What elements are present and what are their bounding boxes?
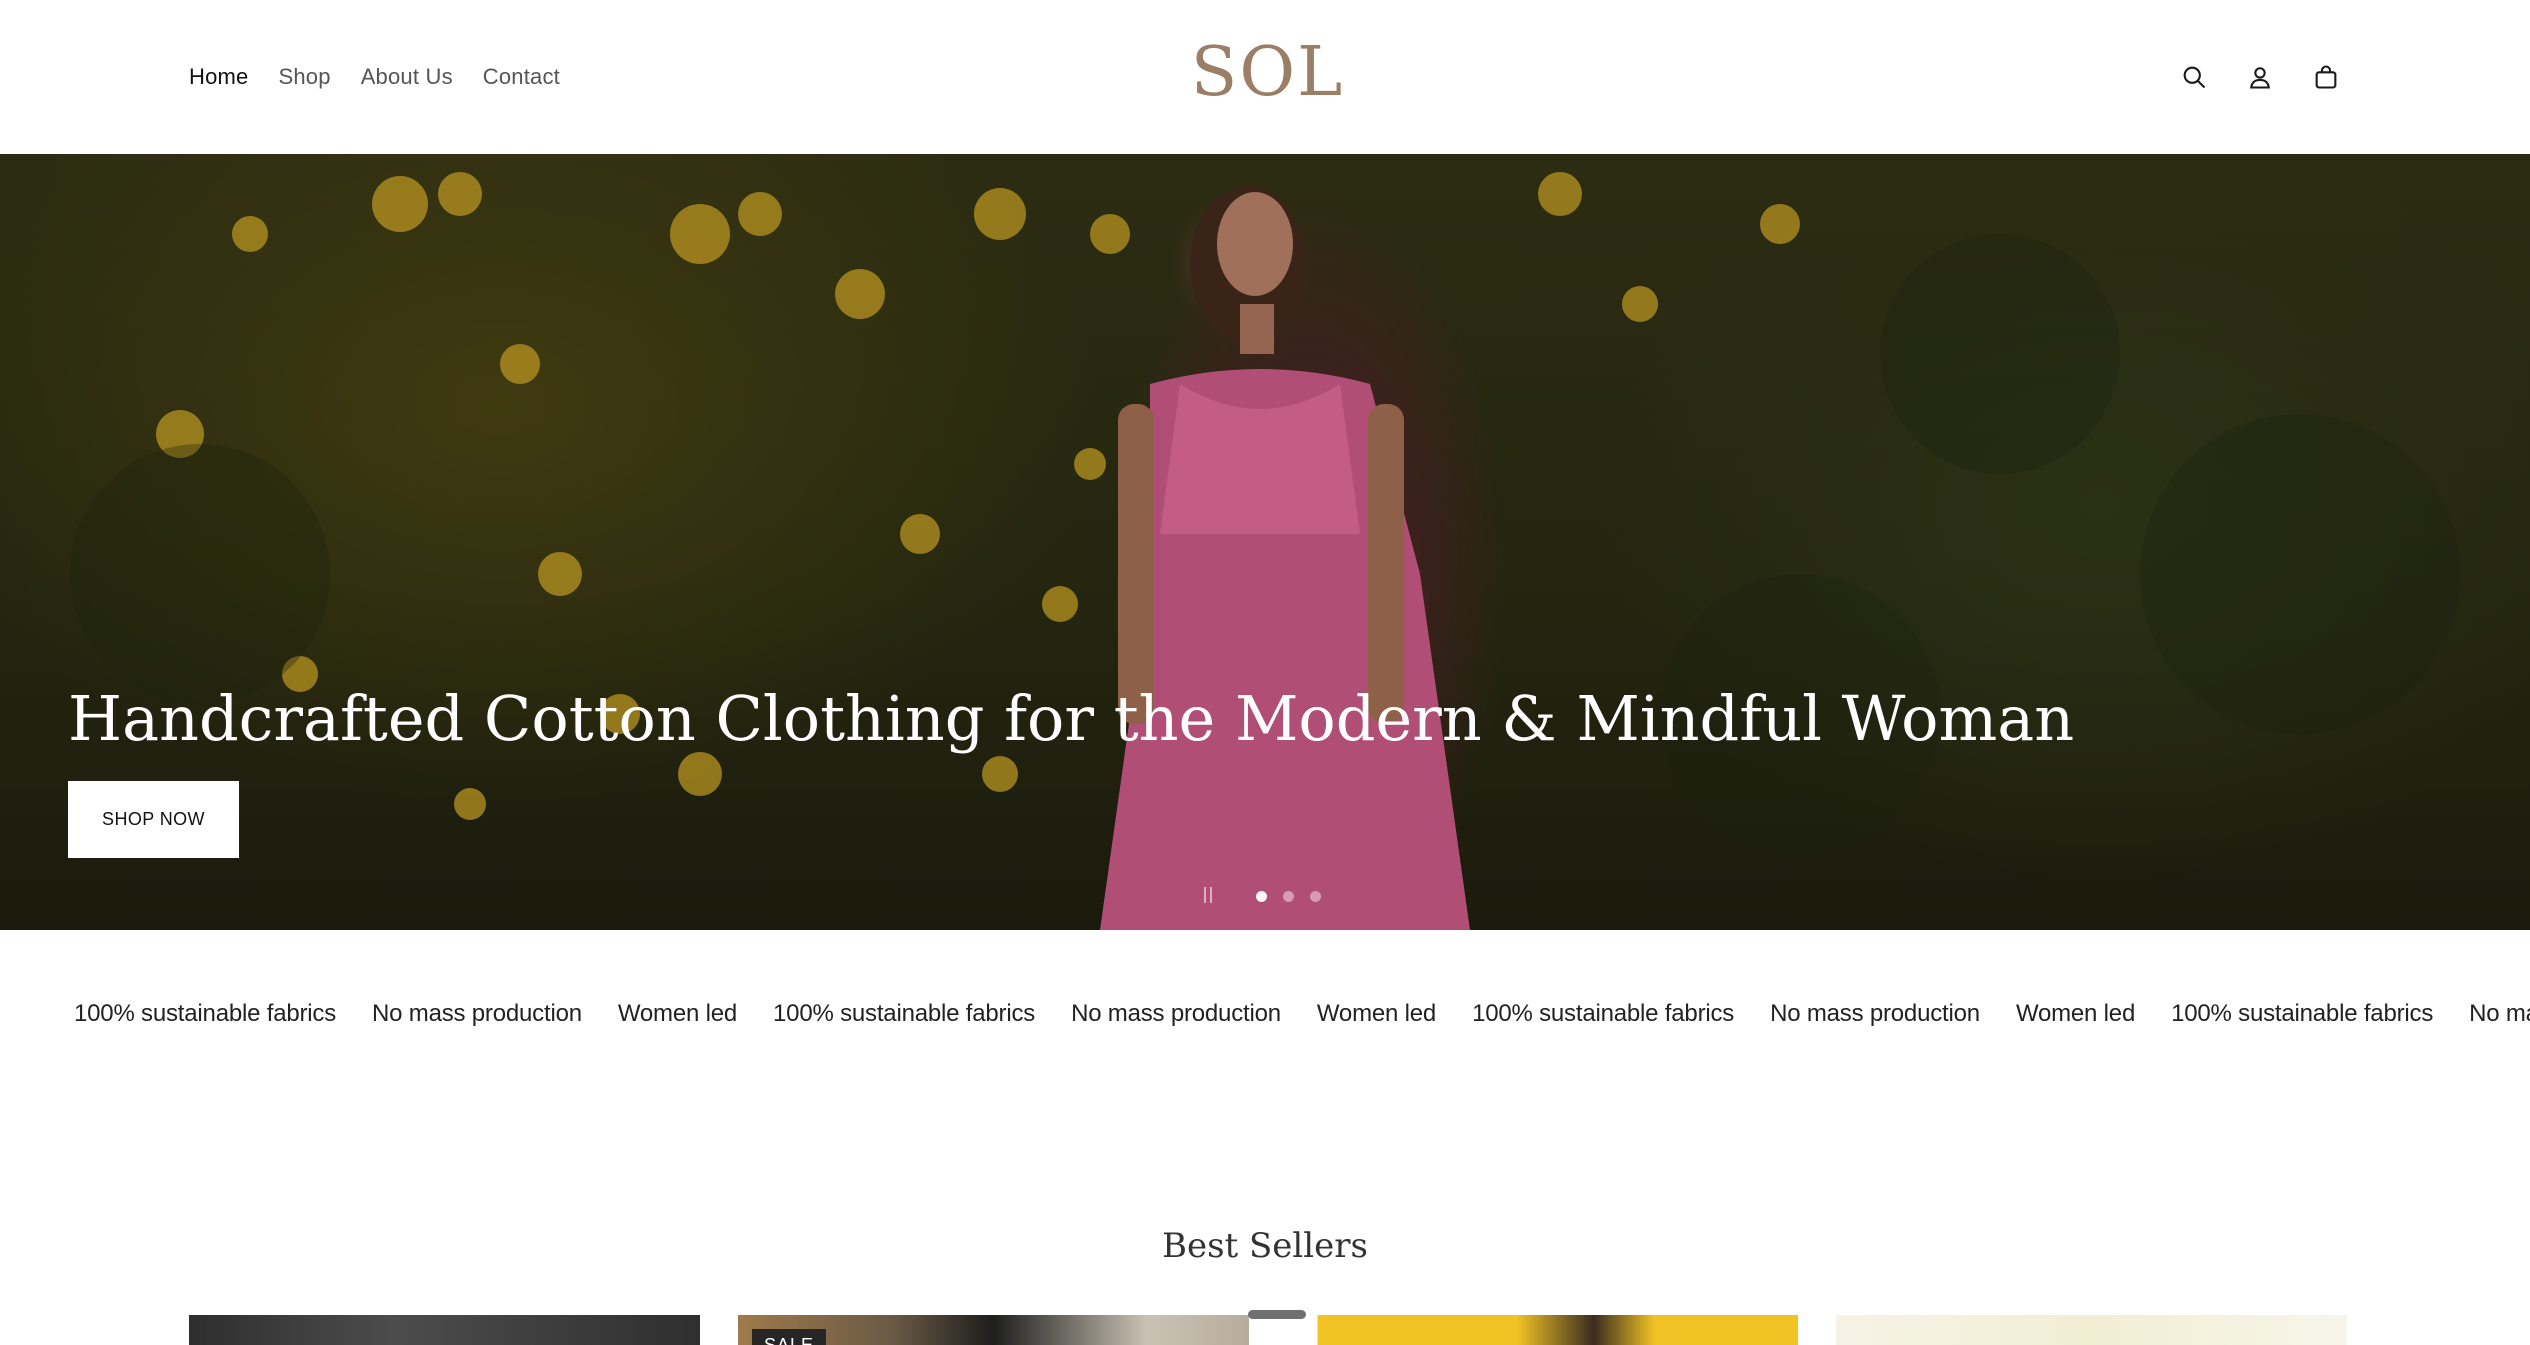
nav-contact[interactable]: Contact bbox=[483, 64, 560, 90]
product-card[interactable] bbox=[1836, 1315, 2347, 1345]
account-icon[interactable] bbox=[2246, 63, 2274, 91]
slide-dot-2[interactable] bbox=[1283, 890, 1294, 902]
carousel-scroll-handle[interactable] bbox=[1248, 1310, 1306, 1319]
header-actions bbox=[2180, 0, 2340, 154]
slide-dot-1[interactable] bbox=[1256, 890, 1267, 902]
nav-home[interactable]: Home bbox=[189, 64, 249, 90]
pause-icon[interactable] bbox=[1204, 887, 1216, 905]
marquee-item: 100% sustainable fabrics bbox=[74, 1000, 337, 1027]
product-card[interactable] bbox=[189, 1315, 700, 1345]
marquee-item: 100% sustainable fabrics bbox=[2171, 1000, 2434, 1027]
hero-banner: Handcrafted Cotton Clothing for the Mode… bbox=[0, 154, 2530, 930]
marquee-item: No mass production bbox=[372, 1000, 582, 1027]
shop-now-button[interactable]: SHOP NOW bbox=[68, 781, 239, 858]
marquee-item: Women led bbox=[2015, 1000, 2136, 1027]
main-nav: Home Shop About Us Contact bbox=[189, 0, 560, 154]
nav-about-us[interactable]: About Us bbox=[361, 64, 453, 90]
product-card[interactable]: SALE bbox=[738, 1315, 1249, 1345]
slide-dot-3[interactable] bbox=[1310, 890, 1321, 902]
marquee-item: No mass production bbox=[2469, 1000, 2530, 1027]
product-card[interactable] bbox=[1287, 1315, 1798, 1345]
hero-background-image bbox=[70, 172, 2460, 930]
search-icon[interactable] bbox=[2180, 63, 2208, 91]
best-sellers-heading: Best Sellers bbox=[1161, 1226, 1368, 1266]
hero-title: Handcrafted Cotton Clothing for the Mode… bbox=[68, 682, 2075, 755]
slider-controls bbox=[1204, 887, 1321, 905]
marquee-item: 100% sustainable fabrics bbox=[773, 1000, 1036, 1027]
best-sellers-carousel: SALE bbox=[189, 1315, 2347, 1345]
values-marquee: 100% sustainable fabrics No mass product… bbox=[0, 1000, 2530, 1040]
nav-shop[interactable]: Shop bbox=[279, 64, 331, 90]
brand-logo[interactable]: SOL bbox=[1191, 33, 1343, 112]
cart-icon[interactable] bbox=[2312, 63, 2340, 91]
site-header: Home Shop About Us Contact SOL bbox=[0, 0, 2530, 154]
marquee-item: 100% sustainable fabrics bbox=[1472, 1000, 1735, 1027]
marquee-item: Women led bbox=[617, 1000, 738, 1027]
marquee-item: No mass production bbox=[1770, 1000, 1980, 1027]
sale-badge: SALE bbox=[752, 1329, 827, 1345]
marquee-item: No mass production bbox=[1071, 1000, 1281, 1027]
marquee-item: Women led bbox=[1316, 1000, 1437, 1027]
